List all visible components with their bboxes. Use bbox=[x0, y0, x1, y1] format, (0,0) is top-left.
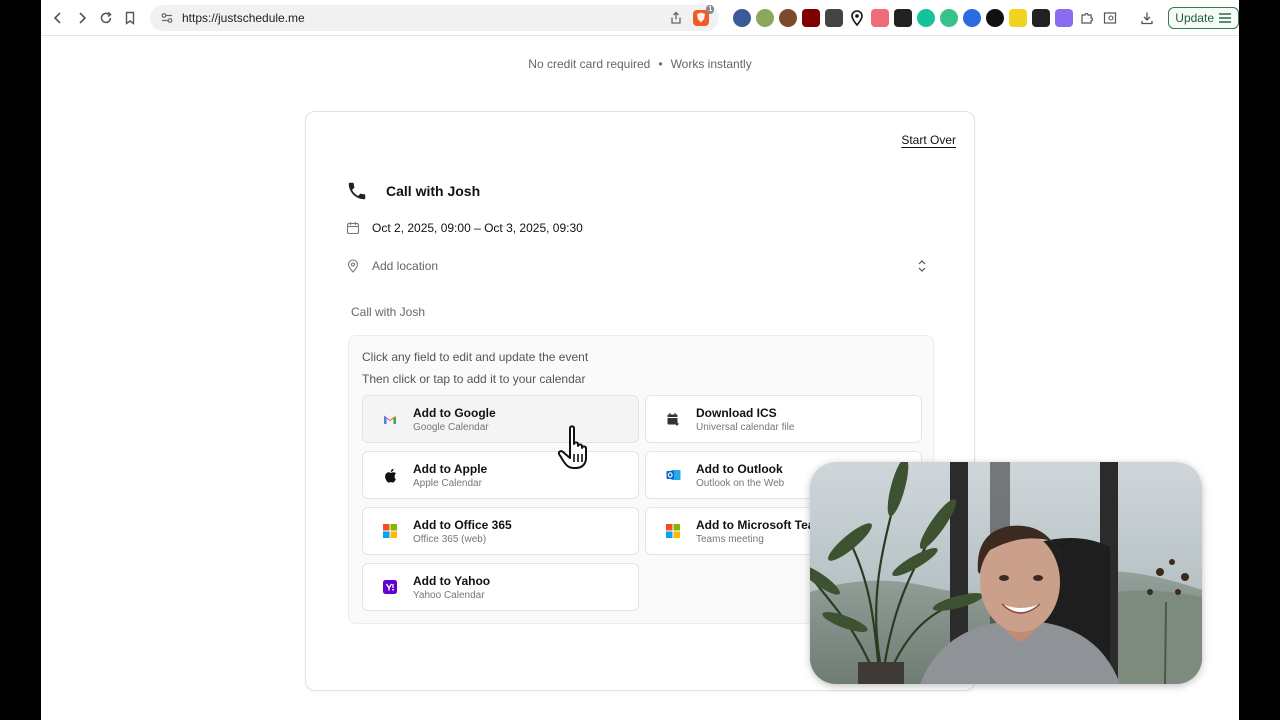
add-to-office365-button[interactable]: Add to Office 365 Office 365 (web) bbox=[362, 507, 639, 555]
button-sublabel: Apple Calendar bbox=[413, 477, 482, 489]
button-label: Add to Outlook bbox=[696, 461, 783, 476]
site-settings-icon[interactable] bbox=[160, 11, 174, 25]
microsoft-icon bbox=[665, 523, 681, 539]
grammarly-icon[interactable] bbox=[917, 8, 936, 27]
separator-dot: • bbox=[658, 57, 663, 71]
microsoft-icon bbox=[382, 523, 398, 539]
chevron-up-down-icon[interactable] bbox=[916, 259, 928, 273]
event-title[interactable]: Call with Josh bbox=[386, 183, 480, 199]
event-description[interactable]: Call with Josh bbox=[351, 305, 425, 319]
update-button[interactable]: Update bbox=[1168, 6, 1239, 29]
downloads-icon[interactable] bbox=[1138, 9, 1156, 27]
address-bar[interactable]: https://justschedule.me 1 bbox=[150, 4, 720, 31]
tagline-works-instantly: Works instantly bbox=[670, 57, 752, 71]
event-datetime-field[interactable]: Oct 2, 2025, 09:00 – Oct 3, 2025, 09:30 bbox=[346, 221, 583, 235]
extension-3-icon[interactable] bbox=[779, 8, 798, 27]
extension-8-icon[interactable] bbox=[894, 8, 913, 27]
add-to-yahoo-button[interactable]: Add to Yahoo Yahoo Calendar bbox=[362, 563, 639, 611]
bookmark-icon bbox=[125, 11, 135, 25]
button-label: Download ICS bbox=[696, 405, 777, 420]
yahoo-icon bbox=[382, 579, 398, 595]
hint-add-calendar: Then click or tap to add it to your cale… bbox=[362, 372, 586, 386]
back-button[interactable] bbox=[46, 6, 70, 30]
extension-15-icon[interactable] bbox=[1055, 8, 1074, 27]
download-ics-button[interactable]: Download ICS Universal calendar file bbox=[645, 395, 922, 443]
url-text[interactable]: https://justschedule.me bbox=[182, 11, 669, 25]
calendar-download-icon bbox=[665, 411, 681, 427]
button-label: Add to Office 365 bbox=[413, 517, 512, 532]
event-datetime[interactable]: Oct 2, 2025, 09:00 – Oct 3, 2025, 09:30 bbox=[372, 221, 583, 235]
tagline: No credit card required • Works instantly bbox=[41, 57, 1239, 71]
browser-toolbar: https://justschedule.me 1 Update bbox=[41, 0, 1239, 36]
extension-2-icon[interactable] bbox=[756, 8, 775, 27]
extension-12-icon[interactable] bbox=[986, 8, 1005, 27]
reload-button[interactable] bbox=[94, 6, 118, 30]
calendar-icon bbox=[346, 222, 360, 235]
update-label: Update bbox=[1175, 10, 1214, 25]
hint-edit-fields: Click any field to edit and update the e… bbox=[362, 350, 589, 364]
apple-icon bbox=[382, 467, 398, 483]
location-pin-icon bbox=[347, 259, 359, 273]
forward-button[interactable] bbox=[70, 6, 94, 30]
menu-icon bbox=[1219, 12, 1231, 23]
presenter-video-image bbox=[810, 462, 1202, 684]
reload-icon bbox=[100, 11, 112, 23]
button-label: Add to Apple bbox=[413, 461, 488, 476]
chevron-right-icon bbox=[79, 11, 87, 24]
button-label: Add to Google bbox=[413, 405, 496, 420]
share-icon[interactable] bbox=[669, 11, 683, 25]
button-sublabel: Google Calendar bbox=[413, 421, 489, 433]
extension-11-icon[interactable] bbox=[963, 8, 982, 27]
button-sublabel: Universal calendar file bbox=[696, 421, 795, 433]
event-location-field[interactable]: Add location bbox=[346, 259, 928, 273]
location-placeholder[interactable]: Add location bbox=[372, 259, 438, 273]
extension-14-icon[interactable] bbox=[1032, 8, 1051, 27]
chevron-left-icon bbox=[53, 11, 61, 24]
extensions-bar bbox=[733, 8, 1156, 27]
button-sublabel: Office 365 (web) bbox=[413, 533, 487, 545]
ublock-icon[interactable] bbox=[802, 8, 821, 27]
start-over-link[interactable]: Start Over bbox=[901, 133, 956, 147]
button-sublabel: Yahoo Calendar bbox=[413, 589, 485, 601]
tagline-no-credit-card: No credit card required bbox=[528, 57, 651, 71]
extension-1-icon[interactable] bbox=[733, 8, 752, 27]
phone-icon bbox=[348, 182, 366, 200]
shield-badge: 1 bbox=[706, 4, 715, 14]
webcam-overlay bbox=[810, 462, 1202, 684]
gmail-icon bbox=[382, 411, 398, 427]
button-label: Add to Yahoo bbox=[413, 573, 491, 588]
bookmark-button[interactable] bbox=[118, 6, 142, 30]
extension-13-icon[interactable] bbox=[1009, 8, 1028, 27]
hand-cursor-icon bbox=[557, 425, 587, 469]
extension-7-icon[interactable] bbox=[871, 8, 890, 27]
event-title-row[interactable]: Call with Josh bbox=[346, 180, 480, 202]
extension-10-icon[interactable] bbox=[940, 8, 959, 27]
extensions-puzzle-icon[interactable] bbox=[1078, 9, 1096, 27]
outlook-icon bbox=[665, 467, 681, 483]
extension-5-icon[interactable] bbox=[825, 8, 844, 27]
reader-mode-icon[interactable] bbox=[1101, 9, 1119, 27]
brave-shield-icon[interactable]: 1 bbox=[693, 4, 715, 26]
button-sublabel: Outlook on the Web bbox=[696, 477, 785, 489]
location-pin-icon[interactable] bbox=[848, 9, 866, 27]
